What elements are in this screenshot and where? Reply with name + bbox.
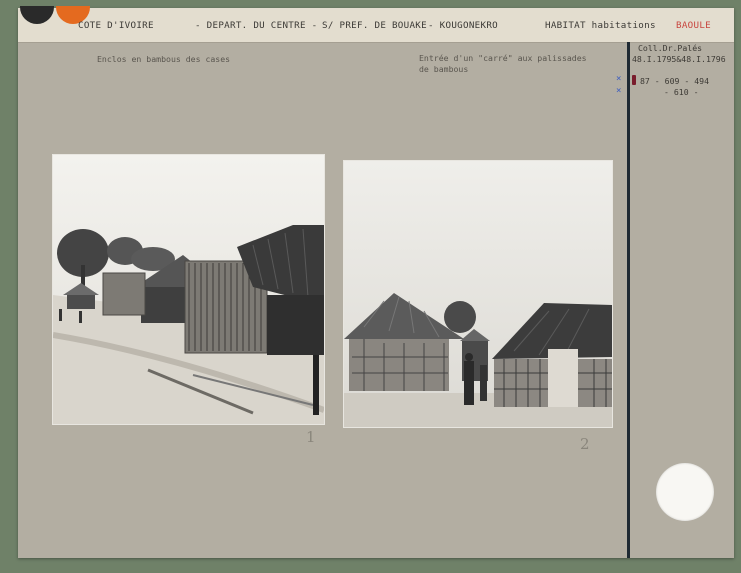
vertical-divider xyxy=(627,42,630,558)
header-department: - DEPART. DU CENTRE - xyxy=(195,20,318,31)
header-village: - KOUGONEKRO xyxy=(428,20,498,31)
header-strip: COTE D'IVOIRE - DEPART. DU CENTRE - S/ P… xyxy=(18,6,734,43)
collection-ref: Coll.Dr.Palés xyxy=(638,43,703,53)
blue-x-mark: × xyxy=(616,86,622,96)
header-subprefecture: S/ PREF. DE BOUAKE xyxy=(322,20,427,31)
left-caption: Enclos en bambous des cases xyxy=(97,54,231,64)
photo-1 xyxy=(52,154,325,425)
photo-2-image xyxy=(344,161,612,427)
photo-1-number: 1 xyxy=(306,428,316,446)
right-caption-line2: de bambous xyxy=(419,64,469,74)
header-country: COTE D'IVOIRE xyxy=(78,20,154,31)
white-seal-sticker xyxy=(656,463,714,521)
blue-x-mark: × xyxy=(616,74,622,84)
red-pin-icon xyxy=(632,75,636,85)
header-category: HABITAT habitations xyxy=(545,20,656,31)
catalog-card: COTE D'IVOIRE - DEPART. DU CENTRE - S/ P… xyxy=(18,6,734,558)
black-dot-marker xyxy=(20,6,54,24)
photo-2 xyxy=(343,160,613,428)
inventory-ref: 48.I.1795&48.I.1796 xyxy=(632,54,726,64)
numbers-line1: 87 - 609 - 494 xyxy=(640,76,710,86)
header-people: BAOULE xyxy=(676,20,711,31)
right-caption-line1: Entrée d'un "carré" aux palissades xyxy=(419,53,587,63)
photo-1-image xyxy=(53,155,324,424)
photo-2-number: 2 xyxy=(580,435,590,453)
numbers-line2: - 610 - xyxy=(664,87,699,97)
